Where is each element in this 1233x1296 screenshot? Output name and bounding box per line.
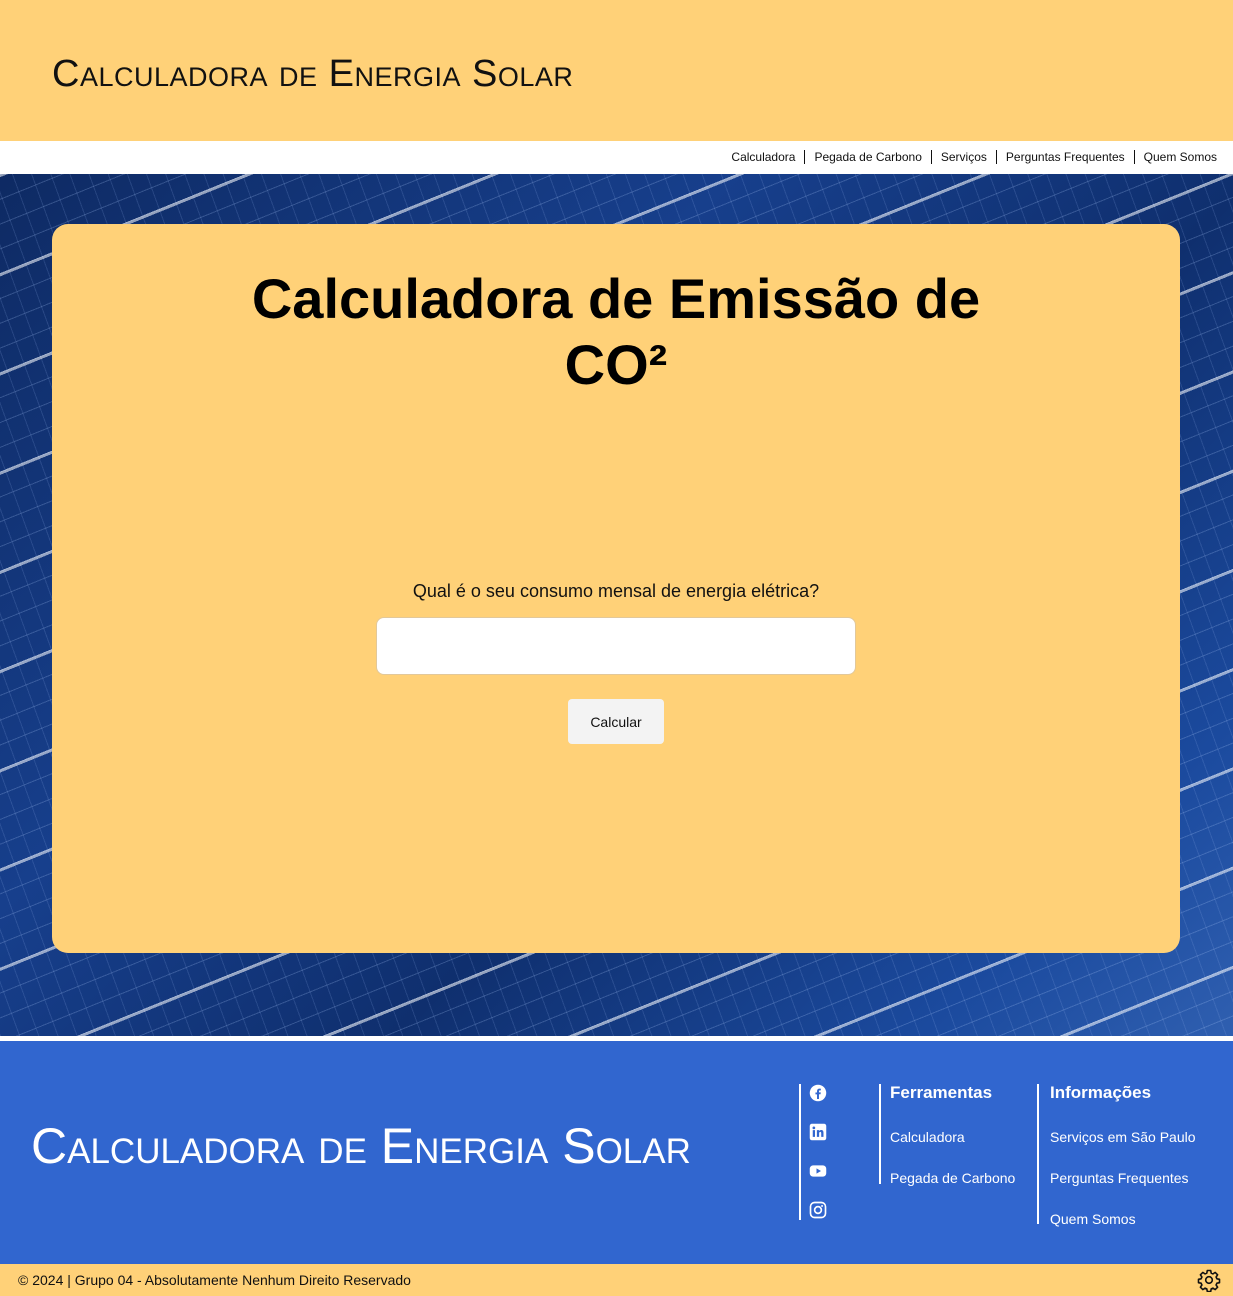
calculator-title-line2: CO² [564, 333, 668, 396]
footer-title: Calculadora de Energia Solar [31, 1118, 691, 1174]
nav-link-pegada-de-carbono[interactable]: Pegada de Carbono [814, 150, 921, 164]
linkedin-icon[interactable] [809, 1123, 827, 1141]
nav-link-servicos[interactable]: Serviços [941, 150, 987, 164]
calculate-button[interactable]: Calcular [568, 699, 664, 744]
footer-link-servicos-sao-paulo[interactable]: Serviços em São Paulo [1050, 1129, 1196, 1145]
consumption-input[interactable] [376, 617, 856, 675]
footer-link-calculadora[interactable]: Calculadora [890, 1129, 965, 1145]
gear-icon[interactable] [1197, 1268, 1221, 1293]
footer-info-column: Informações Serviços em São Paulo Pergun… [1037, 1083, 1196, 1227]
nav-separator [995, 150, 997, 164]
footer-link-perguntas-frequentes[interactable]: Perguntas Frequentes [1050, 1170, 1189, 1186]
calculator-title: Calculadora de Emissão de CO² [52, 266, 1180, 398]
footer-tools-column: Ferramentas Calculadora Pegada de Carbon… [879, 1083, 1015, 1186]
footer: Calculadora de Energia Solar Ferramentas… [0, 1041, 1233, 1264]
nav-link-quem-somos[interactable]: Quem Somos [1144, 150, 1217, 164]
footer-link-pegada-de-carbono[interactable]: Pegada de Carbono [890, 1170, 1015, 1186]
nav-links: Calculadora Pegada de Carbono Serviços P… [731, 150, 1217, 164]
facebook-icon[interactable] [809, 1084, 827, 1102]
instagram-icon[interactable] [809, 1201, 827, 1219]
nav-link-perguntas-frequentes[interactable]: Perguntas Frequentes [1006, 150, 1125, 164]
copyright-text: © 2024 | Grupo 04 - Absolutamente Nenhum… [18, 1272, 411, 1288]
top-header: Calculadora de Energia Solar [0, 0, 1233, 141]
nav-separator [804, 150, 806, 164]
footer-tools-heading: Ferramentas [890, 1083, 993, 1102]
footer-info-heading: Informações [1050, 1083, 1152, 1102]
consumption-question: Qual é o seu consumo mensal de energia e… [412, 581, 820, 601]
footer-link-quem-somos[interactable]: Quem Somos [1050, 1211, 1136, 1227]
top-nav: Calculadora Pegada de Carbono Serviços P… [0, 141, 1233, 174]
site-title: Calculadora de Energia Solar [52, 53, 574, 95]
social-links [799, 1084, 839, 1220]
calculator-title-line1: Calculadora de Emissão de [251, 267, 981, 330]
nav-separator [1133, 150, 1135, 164]
calculator-card: Calculadora de Emissão de CO² Qual é o s… [52, 224, 1180, 953]
youtube-icon[interactable] [809, 1162, 827, 1180]
nav-separator [930, 150, 932, 164]
bottom-bar: © 2024 | Grupo 04 - Absolutamente Nenhum… [0, 1264, 1233, 1296]
nav-link-calculadora[interactable]: Calculadora [731, 150, 795, 164]
